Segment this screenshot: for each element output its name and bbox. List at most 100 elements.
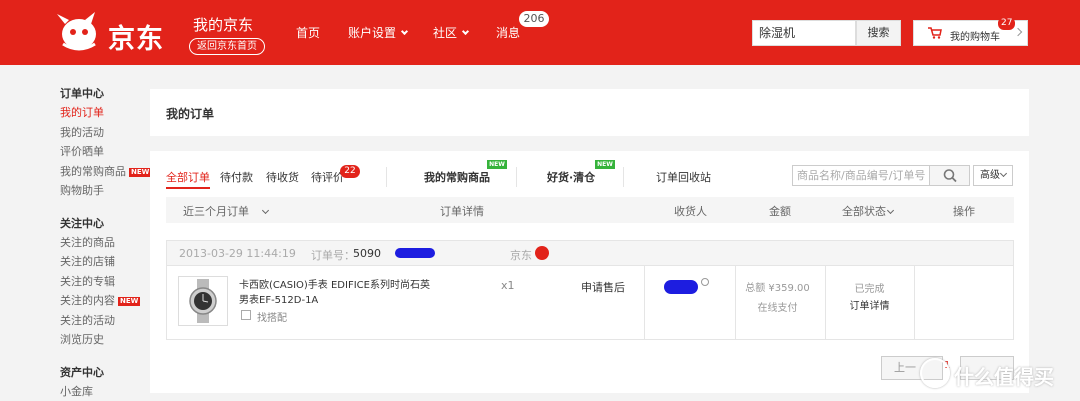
nav-account-settings[interactable]: 账户设置 bbox=[348, 24, 409, 41]
tab-clearance[interactable]: 好货·清仓 bbox=[547, 169, 595, 185]
sidebar-group-title: 订单中心 bbox=[60, 87, 104, 100]
column-amount: 金额 bbox=[769, 205, 791, 218]
order-search-button[interactable] bbox=[930, 165, 970, 186]
new-badge: NEW bbox=[118, 297, 141, 306]
payment-method: 在线支付 bbox=[757, 303, 798, 314]
status-filter[interactable]: 全部状态 bbox=[842, 203, 895, 219]
watermark-text: 什么值得买 bbox=[954, 365, 1054, 389]
order-detail-link[interactable]: 订单详情 bbox=[827, 297, 912, 312]
sidebar-item[interactable]: 关注的商品 bbox=[60, 233, 144, 253]
product-thumbnail[interactable] bbox=[178, 276, 228, 326]
jd-logo-text[interactable]: 京东 bbox=[108, 17, 164, 56]
page-title-panel: 我的订单 bbox=[150, 89, 1029, 136]
sidebar-item[interactable]: 购物助手 bbox=[60, 181, 144, 201]
redaction-mark bbox=[664, 280, 698, 294]
orders-table-header: 近三个月订单 订单详情 收货人 金额 全部状态 操作 bbox=[166, 197, 1014, 223]
sidebar-item[interactable]: 小金库 bbox=[60, 382, 144, 401]
cell-divider bbox=[825, 266, 826, 339]
product-quantity: x1 bbox=[501, 279, 515, 292]
sidebar-item[interactable]: 浏览历史 bbox=[60, 330, 144, 350]
sidebar-item-label: 浏览历史 bbox=[60, 333, 104, 346]
tab-frequent-items[interactable]: 我的常购商品 bbox=[424, 169, 490, 185]
back-home-link[interactable]: 返回京东首页 bbox=[189, 38, 265, 55]
tab-all-orders[interactable]: 全部订单 bbox=[166, 169, 210, 189]
search-button[interactable]: 搜索 bbox=[856, 20, 901, 46]
nav-community[interactable]: 社区 bbox=[433, 24, 470, 41]
orders-panel: 全部订单 待付款 待收货 待评价 22 我的常购商品 NEW 好货·清仓 NEW… bbox=[150, 151, 1029, 393]
sidebar-item-label: 购物助手 bbox=[60, 184, 104, 197]
advanced-label: 高级 bbox=[980, 170, 1000, 181]
chevron-down-icon bbox=[886, 206, 895, 215]
nav-community-label: 社区 bbox=[433, 26, 458, 40]
advanced-search-button[interactable]: 高级 bbox=[973, 165, 1013, 186]
new-badge: NEW bbox=[595, 160, 615, 169]
tab-pending-receipt[interactable]: 待收货 bbox=[266, 169, 299, 185]
top-header: 京东 我的京东 返回京东首页 首页 账户设置 社区 消息 206 除湿机 搜索 … bbox=[0, 0, 1080, 65]
page-title: 我的订单 bbox=[166, 107, 215, 121]
search-input[interactable]: 除湿机 bbox=[752, 20, 856, 46]
cart-button[interactable]: 我的购物车 27 bbox=[913, 17, 1028, 46]
person-icon bbox=[701, 278, 709, 286]
chevron-down-icon bbox=[461, 27, 470, 36]
sidebar-group-title: 关注中心 bbox=[60, 216, 104, 230]
chevron-down-icon bbox=[400, 27, 409, 36]
sidebar-group: 订单中心我的订单 我的活动评价晒单我的常购商品 NEW 购物助手 bbox=[60, 84, 152, 201]
sidebar-item-label: 评价晒单 bbox=[60, 145, 104, 158]
cart-label: 我的购物车 bbox=[950, 32, 1000, 43]
sidebar-group-title: 资产中心 bbox=[60, 365, 104, 379]
sidebar-item-label: 关注的专辑 bbox=[60, 274, 115, 288]
tab-divider bbox=[516, 167, 517, 187]
new-badge: NEW bbox=[129, 167, 152, 177]
watch-image-icon bbox=[189, 279, 217, 323]
tab-divider bbox=[386, 167, 387, 187]
sidebar-item[interactable]: 我的活动 bbox=[60, 123, 144, 143]
watermark-logo-icon bbox=[920, 358, 950, 388]
order-datetime: 2013-03-29 11:44:19 bbox=[179, 247, 296, 260]
search-icon bbox=[943, 169, 957, 183]
status-filter-label: 全部状态 bbox=[842, 205, 886, 218]
nav-home-label: 首页 bbox=[296, 26, 321, 40]
order-total: 总额 ¥359.00 bbox=[745, 283, 810, 294]
sidebar-item[interactable]: 关注的专辑 bbox=[60, 272, 144, 292]
cell-divider bbox=[914, 266, 915, 339]
sidebar-group: 资产中心 小金库 bbox=[60, 363, 144, 401]
order-status: 已完成 bbox=[854, 284, 885, 295]
order-row: 卡西欧(CASIO)手表 EDIFICE系列时尚石英男表EF-512D-1A 找… bbox=[166, 266, 1014, 340]
product-name-link[interactable]: 卡西欧(CASIO)手表 EDIFICE系列时尚石英男表EF-512D-1A bbox=[239, 278, 439, 308]
column-order-details: 订单详情 bbox=[440, 205, 484, 218]
nav-account-label: 账户设置 bbox=[348, 26, 397, 40]
nav-messages-label: 消息 bbox=[496, 26, 521, 40]
nav-home[interactable]: 首页 bbox=[296, 24, 320, 41]
sidebar-item[interactable]: 我的订单 bbox=[60, 103, 144, 123]
sidebar-item[interactable]: 我的常购商品 NEW bbox=[60, 162, 152, 182]
match-icon bbox=[241, 310, 251, 320]
range-filter-label: 近三个月订单 bbox=[183, 205, 249, 218]
find-match-link[interactable]: 找搭配 bbox=[257, 309, 287, 324]
sidebar-item-label: 关注的商品 bbox=[60, 235, 115, 249]
sidebar-nav: 订单中心 我的订单 我的活动 评价晒单 我的常购商品 NEW 购物助手 关注中心 关注的商品 关注… bbox=[60, 84, 152, 401]
watermark: 什么值得买 bbox=[920, 358, 1070, 392]
redaction-mark bbox=[395, 248, 435, 258]
cell-divider bbox=[644, 266, 645, 339]
cart-count-badge: 27 bbox=[998, 17, 1016, 30]
sidebar-item[interactable]: 关注的内容 NEW bbox=[60, 291, 144, 311]
shop-name[interactable]: 京东 bbox=[510, 247, 532, 263]
chevron-right-icon bbox=[1013, 27, 1023, 37]
sidebar-item-label: 我的常购商品 bbox=[60, 164, 126, 178]
tab-order-recycle-bin[interactable]: 订单回收站 bbox=[656, 169, 711, 185]
chevron-down-icon bbox=[261, 206, 270, 215]
order-search-input[interactable]: 商品名称/商品编号/订单号 bbox=[792, 165, 930, 186]
chevron-down-icon bbox=[999, 169, 1008, 178]
after-sale-link[interactable]: 申请售后 bbox=[581, 279, 625, 295]
nav-messages[interactable]: 消息 bbox=[496, 24, 520, 41]
order-number-label: 订单号： bbox=[311, 249, 355, 262]
tab-pending-payment[interactable]: 待付款 bbox=[220, 169, 253, 185]
jd-self-operated-icon bbox=[535, 246, 549, 260]
sidebar-item[interactable]: 评价晒单 bbox=[60, 142, 144, 162]
order-number: 5090 bbox=[353, 247, 381, 260]
sidebar-item[interactable]: 关注的店铺 bbox=[60, 252, 144, 272]
range-filter[interactable]: 近三个月订单 bbox=[183, 203, 270, 219]
my-jd-title[interactable]: 我的京东 bbox=[193, 14, 253, 35]
new-badge: NEW bbox=[487, 160, 507, 169]
sidebar-item[interactable]: 关注的活动 bbox=[60, 311, 144, 331]
